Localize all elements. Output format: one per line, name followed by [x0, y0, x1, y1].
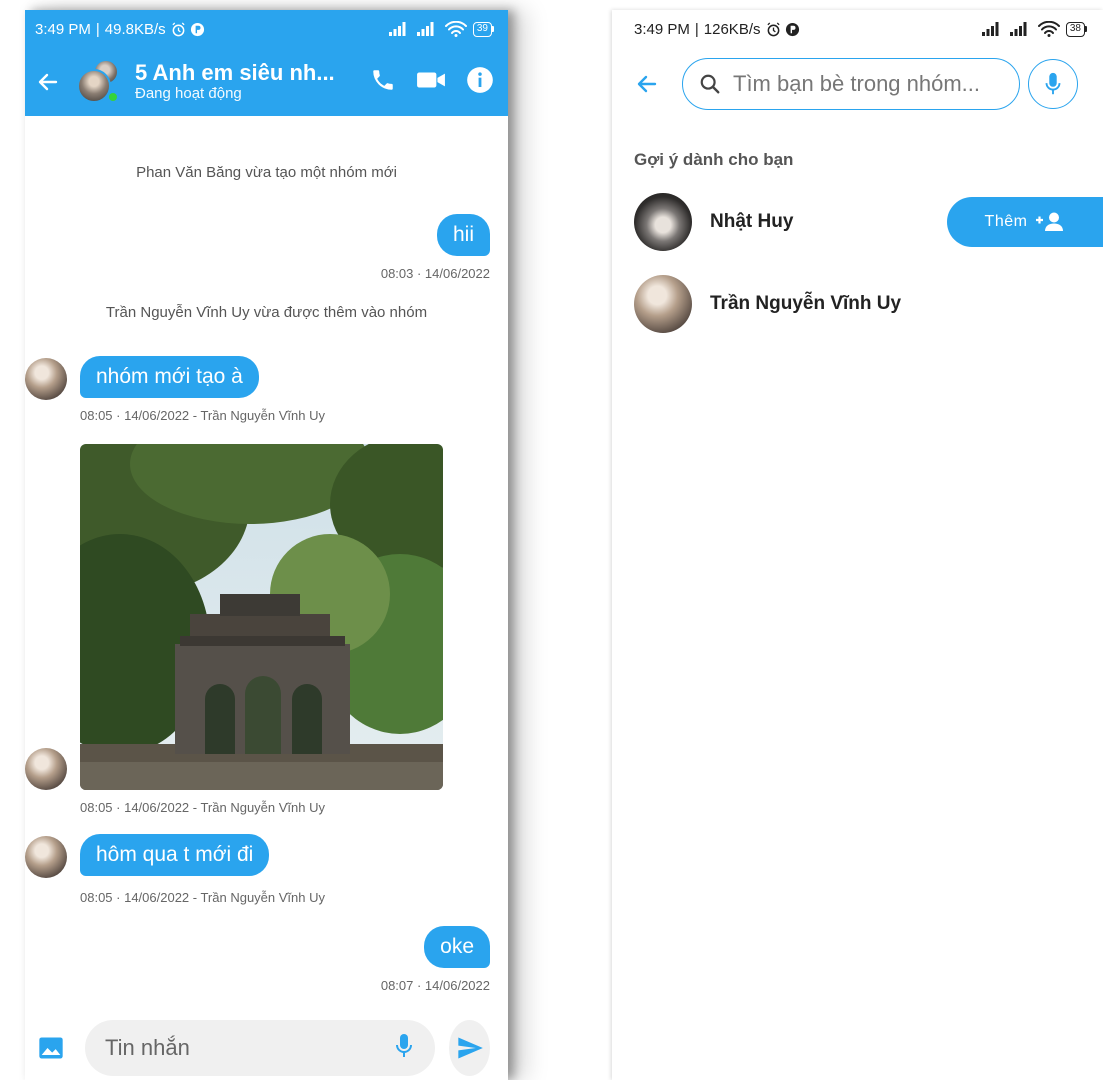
chat-header: 5 Anh em siêu nh... Đang hoạt động — [25, 48, 508, 116]
message-composer — [25, 1016, 508, 1080]
back-arrow-icon — [38, 73, 58, 91]
incoming-message[interactable]: nhóm mới tạo à — [80, 356, 259, 398]
image-message[interactable] — [80, 444, 443, 790]
add-user-icon — [1036, 212, 1064, 231]
suggestions-heading: Gợi ý dành cho bạn — [634, 150, 794, 169]
page-title: 5 Anh em siêu nh... — [135, 60, 335, 85]
mic-icon — [396, 1033, 412, 1057]
signal-icon — [416, 22, 434, 36]
battery-icon: 39 — [472, 21, 494, 37]
battery-icon: 38 — [1065, 21, 1087, 37]
phone-icon — [373, 69, 393, 90]
avatar[interactable] — [25, 748, 67, 790]
send-button[interactable] — [449, 1020, 490, 1076]
call-button[interactable] — [370, 67, 396, 98]
status-speed: 126KB/s — [703, 20, 761, 38]
wifi-icon — [444, 21, 467, 37]
search-input[interactable] — [733, 71, 1003, 97]
list-item[interactable]: Trần Nguyễn Vĩnh Uy — [634, 274, 1103, 334]
status-time: 3:49 PM — [35, 20, 91, 38]
message-meta: 08:05 · 14/06/2022 - Trần Nguyễn Vĩnh Uy — [80, 408, 325, 423]
avatar — [634, 275, 692, 333]
message-meta: 08:07 · 14/06/2022 — [380, 978, 490, 993]
info-icon — [467, 66, 493, 93]
avatar[interactable] — [25, 358, 67, 400]
status-speed: 49.8KB/s — [104, 20, 166, 38]
mic-icon — [1045, 72, 1061, 95]
add-member-screen: 3:49 PM | 126KB/s 38 Gợi ý dành cho bạn — [612, 10, 1103, 1080]
system-message: Phan Văn Băng vừa tạo một nhóm mới — [136, 164, 397, 181]
voice-button[interactable] — [393, 1032, 415, 1065]
online-indicator — [107, 91, 119, 103]
chat-topbar: 3:49 PM | 49.8KB/s 39 5 Anh em siêu nh..… — [25, 10, 508, 116]
status-time: 3:49 PM — [634, 20, 690, 38]
signal-icon — [1009, 22, 1027, 36]
message-meta: 08:05 · 14/06/2022 - Trần Nguyễn Vĩnh Uy — [80, 800, 325, 815]
message-list[interactable]: Phan Văn Băng vừa tạo một nhóm mới hii 0… — [25, 116, 508, 1020]
signal-icon — [388, 22, 406, 36]
message-input-container — [85, 1020, 435, 1076]
user-name: Trần Nguyễn Vĩnh Uy — [710, 293, 902, 314]
back-button[interactable] — [632, 69, 662, 99]
avatar — [77, 69, 111, 103]
system-message: Trần Nguyễn Vĩnh Uy vừa được thêm vào nh… — [105, 304, 428, 321]
voice-search-button[interactable] — [1028, 59, 1078, 109]
add-button-label: Thêm — [984, 213, 1028, 230]
alarm-icon — [172, 21, 185, 36]
video-call-button[interactable] — [416, 67, 446, 98]
alarm-icon — [766, 21, 780, 36]
message-meta: 08:03 · 14/06/2022 — [380, 266, 490, 281]
online-status: Đang hoạt động — [135, 85, 242, 102]
signal-icon — [981, 22, 999, 36]
avatar[interactable] — [25, 836, 67, 878]
gallery-icon — [39, 1037, 63, 1059]
message-input[interactable] — [105, 1035, 393, 1061]
video-icon — [417, 72, 445, 87]
group-avatar[interactable] — [77, 59, 123, 105]
chat-screen: 3:49 PM | 49.8KB/s 39 5 Anh em siêu nh..… — [25, 10, 508, 1080]
user-name: Nhật Huy — [710, 211, 794, 232]
chat-title-area[interactable]: 5 Anh em siêu nh... Đang hoạt động — [135, 61, 370, 103]
message-meta: 08:05 · 14/06/2022 - Trần Nguyễn Vĩnh Uy — [80, 890, 325, 905]
outgoing-message[interactable]: oke — [424, 926, 490, 968]
incoming-message[interactable]: hôm qua t mới đi — [80, 834, 270, 876]
list-item[interactable]: Nhật Huy Thêm — [634, 192, 1103, 252]
info-button[interactable] — [466, 66, 494, 99]
add-member-button[interactable]: Thêm — [947, 197, 1103, 247]
wifi-icon — [1037, 21, 1060, 37]
app-notification-icon — [190, 22, 204, 36]
back-arrow-icon — [637, 75, 657, 93]
status-bar: 3:49 PM | 49.8KB/s 39 — [25, 10, 508, 48]
app-notification-icon — [785, 22, 799, 36]
outgoing-message[interactable]: hii — [436, 214, 490, 256]
photo-gate-image — [80, 444, 443, 790]
avatar — [634, 193, 692, 251]
send-icon — [457, 1037, 483, 1059]
status-bar: 3:49 PM | 126KB/s 38 — [612, 10, 1103, 48]
back-button[interactable] — [33, 67, 63, 97]
search-box — [682, 58, 1020, 110]
search-icon — [700, 74, 720, 94]
gallery-button[interactable] — [37, 1034, 65, 1062]
search-bar-row — [612, 48, 1103, 120]
